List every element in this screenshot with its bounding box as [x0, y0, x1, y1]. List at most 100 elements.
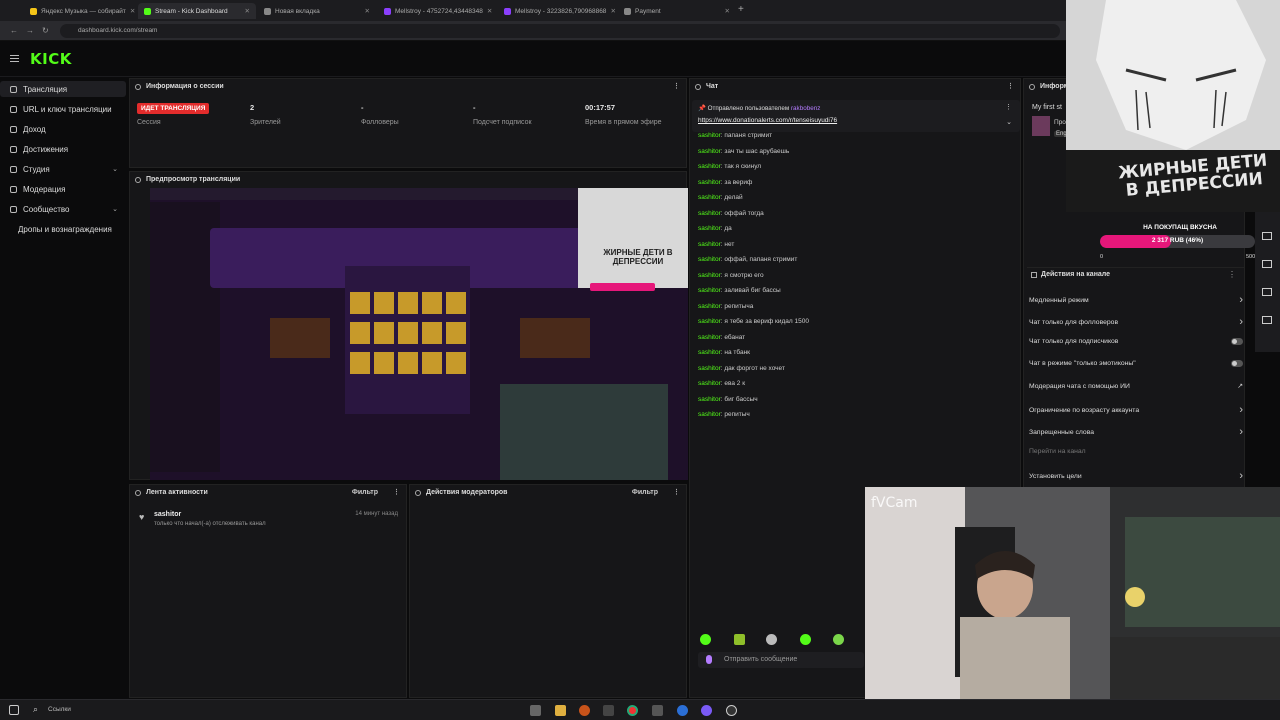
chat-username[interactable]: sashitor	[698, 241, 721, 248]
browser-tab[interactable]: Яндекс Музыка — собирайт ✕	[24, 3, 136, 19]
chat-dock-icon[interactable]	[1262, 232, 1272, 240]
app-icon[interactable]	[579, 705, 590, 716]
chat-username[interactable]: sashitor	[698, 287, 721, 294]
menu-icon[interactable]	[10, 55, 19, 62]
emote-icon[interactable]	[833, 634, 844, 645]
list-dock-icon[interactable]	[1262, 288, 1272, 296]
more-options-icon[interactable]: ⋮	[393, 485, 400, 501]
stream-preview-video[interactable]: ЖИРНЫЕ ДЕТИ В ДЕПРЕССИИ	[150, 188, 688, 480]
back-icon[interactable]: ←	[10, 26, 18, 35]
channel-action-item[interactable]: Медленный режим ›	[1029, 294, 1243, 306]
browser-tab-active[interactable]: Stream - Kick Dashboard ✕	[138, 3, 256, 19]
emote-icon[interactable]	[800, 634, 811, 645]
more-options-icon[interactable]: ⋮	[673, 485, 680, 501]
chat-username[interactable]: sashitor	[698, 194, 721, 201]
chat-input[interactable]: Отправить сообщение	[698, 652, 864, 668]
pinned-link[interactable]: https://www.donationalerts.com/r/tenseis…	[698, 117, 837, 124]
chrome-icon[interactable]	[627, 705, 638, 716]
chat-username[interactable]: sashitor	[698, 396, 721, 403]
explorer-icon[interactable]	[555, 705, 566, 716]
channel-action-item[interactable]: Модерация чата с помощью ИИ ↗	[1029, 382, 1243, 391]
chat-username[interactable]: sashitor	[698, 163, 721, 170]
chat-message: sashitor: папаня стримит	[698, 132, 772, 139]
chat-username[interactable]: sashitor	[698, 210, 721, 217]
taskbar-search-label[interactable]: Ссылки	[48, 706, 71, 713]
chat-username[interactable]: sashitor	[698, 334, 721, 341]
kick-logo[interactable]: KICK	[30, 50, 72, 68]
activity-time: 14 минут назад	[355, 511, 398, 517]
tab-favicon-icon	[144, 7, 151, 15]
mod-filter-button[interactable]: Фильтр	[632, 485, 658, 501]
browser-tab[interactable]: Mellstroy - 3223826,790968868 ✕	[498, 3, 616, 19]
chat-username[interactable]: sashitor	[698, 349, 721, 356]
close-tab-icon[interactable]: ✕	[365, 7, 370, 15]
sidebar-item-income[interactable]: Доход	[0, 121, 126, 137]
sidebar-item-drops[interactable]: Дропы и вознаграждения	[0, 221, 126, 237]
more-options-icon[interactable]: ⋮	[673, 79, 680, 95]
unpin-icon[interactable]: ⋮	[1005, 103, 1012, 111]
chat-username[interactable]: sashitor	[698, 225, 721, 232]
sidebar-item-broadcast[interactable]: Трансляция	[0, 81, 126, 97]
sidebar-item-url-key[interactable]: URL и ключ трансляции	[0, 101, 126, 117]
sidebar-item-community[interactable]: Сообщество ⌄	[0, 201, 126, 217]
toggle-switch[interactable]	[1231, 338, 1243, 345]
channel-action-item[interactable]: Чат только для подписчиков	[1029, 338, 1243, 345]
browser-tab[interactable]: Payment ✕	[618, 3, 736, 19]
browser-tab[interactable]: Новая вкладка ✕	[258, 3, 376, 19]
channel-action-item[interactable]: Чат в режиме "только эмотиконы"	[1029, 360, 1243, 367]
chat-username[interactable]: sashitor	[698, 365, 721, 372]
activity-filter-button[interactable]: Фильтр	[352, 485, 378, 501]
tab-favicon-icon	[624, 7, 631, 15]
obs-icon[interactable]	[726, 705, 737, 716]
search-icon[interactable]: ⌕	[33, 704, 38, 715]
sidebar-item-moderation[interactable]: Модерация	[0, 181, 126, 197]
chat-message: sashitor: ебанат	[698, 334, 745, 341]
chat-username[interactable]: sashitor	[698, 148, 721, 155]
taskview-icon[interactable]	[530, 705, 541, 716]
toggle-switch[interactable]	[1231, 360, 1243, 367]
channel-action-item[interactable]: Перейти на канал	[1029, 448, 1243, 455]
chat-username[interactable]: sashitor	[698, 179, 721, 186]
chat-username[interactable]: sashitor	[698, 272, 721, 279]
chat-username[interactable]: sashitor	[698, 411, 721, 418]
webcam-scene	[865, 487, 1280, 700]
reload-icon[interactable]: ↻	[42, 26, 49, 35]
chat-username[interactable]: sashitor	[698, 380, 721, 387]
tools-dock-icon[interactable]	[1262, 316, 1272, 324]
chat-username[interactable]: sashitor	[698, 256, 721, 263]
sidebar-item-studio[interactable]: Студия ⌄	[0, 161, 126, 177]
forward-icon[interactable]: →	[26, 26, 34, 35]
app-icon[interactable]	[701, 705, 712, 716]
more-options-icon[interactable]: ⋮	[1007, 79, 1014, 95]
chat-username[interactable]: sashitor	[698, 318, 721, 325]
app-icon[interactable]	[652, 705, 663, 716]
close-tab-icon[interactable]: ✕	[610, 7, 615, 15]
activity-desc: только что начал(-а) отслеживать канал	[154, 521, 266, 527]
close-tab-icon[interactable]: ✕	[487, 7, 492, 15]
channel-action-item[interactable]: Чат только для фолловеров ›	[1029, 316, 1243, 328]
app-icon[interactable]	[603, 705, 614, 716]
activity-user[interactable]: sashitor	[154, 511, 181, 518]
chevron-right-icon: ›	[1239, 426, 1243, 438]
emote-icon[interactable]	[766, 634, 777, 645]
more-options-icon[interactable]: ⋮	[1228, 270, 1236, 279]
sidebar-item-achievements[interactable]: Достижения	[0, 141, 126, 157]
channel-action-item[interactable]: Запрещенные слова ›	[1029, 426, 1243, 438]
browser-tab[interactable]: Mellstroy - 4752724,43448348 ✕	[378, 3, 496, 19]
close-tab-icon[interactable]: ✕	[130, 7, 135, 15]
chat-message: sashitor: репитыча	[698, 303, 753, 310]
start-icon[interactable]	[9, 705, 19, 715]
channel-action-item[interactable]: Установить цели ›	[1029, 470, 1243, 482]
app-icon[interactable]	[677, 705, 688, 716]
emote-icon[interactable]	[700, 634, 711, 645]
chat-username[interactable]: sashitor	[698, 132, 721, 139]
channel-action-item[interactable]: Ограничение по возрасту аккаунта ›	[1029, 404, 1243, 416]
close-tab-icon[interactable]: ✕	[245, 7, 250, 15]
chevron-down-icon[interactable]: ⌄	[1006, 118, 1012, 126]
emote-icon[interactable]	[734, 634, 745, 645]
stats-dock-icon[interactable]	[1262, 260, 1272, 268]
new-tab-icon[interactable]: +	[738, 4, 744, 15]
chat-username[interactable]: sashitor	[698, 303, 721, 310]
close-tab-icon[interactable]: ✕	[725, 7, 730, 15]
url-input[interactable]: dashboard.kick.com/stream	[60, 24, 1060, 38]
